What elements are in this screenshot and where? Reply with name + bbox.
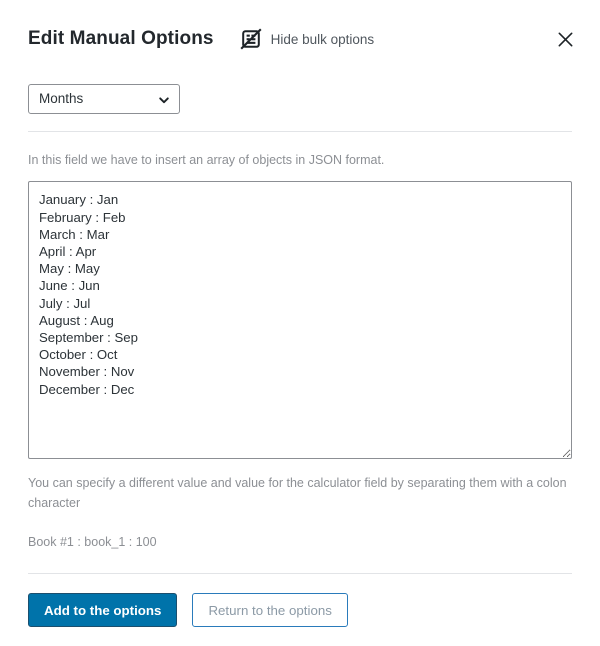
option-source-row: Months (28, 78, 572, 114)
form-hidden-icon (240, 28, 262, 50)
bulk-field-wrap (28, 181, 572, 460)
hide-bulk-options-label: Hide bulk options (270, 31, 375, 47)
option-source-selected-value: Months (39, 91, 84, 107)
bulk-field-hint-top: In this field we have to insert an array… (28, 153, 385, 167)
panel-body: Months In this field we have to insert a… (0, 78, 600, 628)
bulk-field-hint-bottom: You can specify a different value and va… (28, 476, 567, 511)
panel-header: Edit Manual Options Hide bulk options (0, 0, 600, 78)
close-icon (556, 30, 575, 49)
bulk-options-textarea[interactable] (28, 181, 572, 460)
chevron-down-icon (158, 93, 170, 105)
panel-footer: Add to the options Return to the options (28, 593, 572, 628)
close-button[interactable] (550, 24, 580, 54)
add-to-options-button[interactable]: Add to the options (28, 593, 178, 628)
return-to-options-button[interactable]: Return to the options (192, 593, 348, 628)
divider-bottom (28, 573, 572, 575)
hide-bulk-options-toggle[interactable]: Hide bulk options (240, 28, 375, 50)
edit-manual-options-panel: Edit Manual Options Hide bulk options Mo… (0, 0, 600, 646)
option-source-select[interactable]: Months (28, 84, 180, 114)
bulk-field-example: Book #1 : book_1 : 100 (28, 535, 157, 550)
page-title: Edit Manual Options (28, 28, 214, 49)
divider-top (28, 131, 572, 132)
